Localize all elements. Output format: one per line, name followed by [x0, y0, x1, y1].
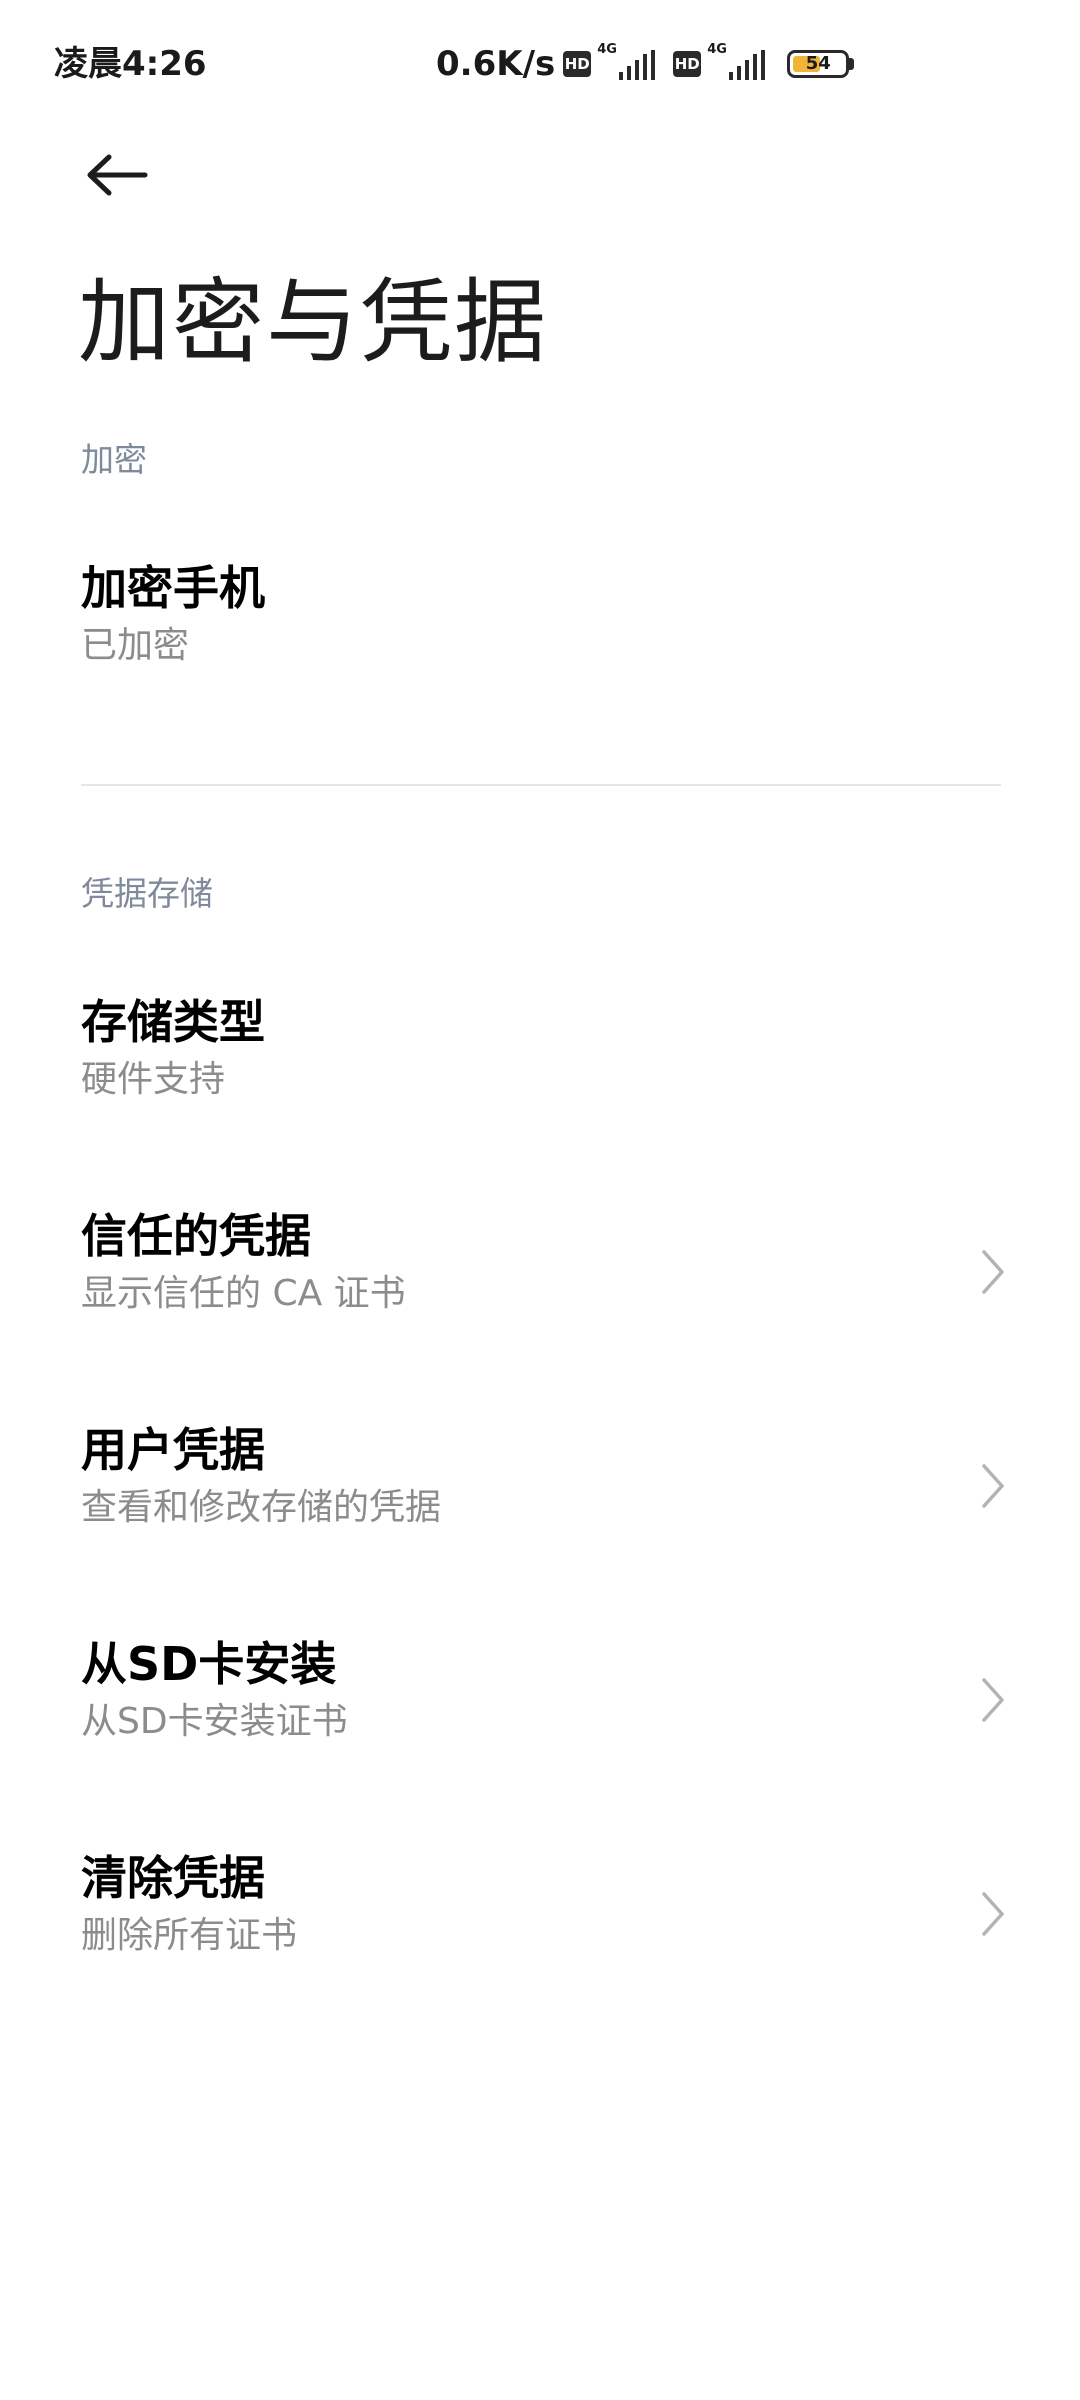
list-item-storage-type[interactable]: 存储类型 硬件支持: [0, 992, 1080, 1192]
item-title: 信任的凭据: [81, 1209, 311, 1263]
battery-percent: 54: [805, 53, 831, 74]
section-header-credentials: 凭据存储: [81, 874, 213, 913]
list-item-trusted-credentials[interactable]: 信任的凭据 显示信任的 CA 证书: [0, 1206, 1080, 1406]
chevron-right-icon: [982, 1678, 1004, 1722]
network-type-label-2: 4G: [707, 42, 727, 57]
item-title: 加密手机: [81, 561, 265, 615]
item-title: 清除凭据: [81, 1851, 265, 1905]
section-header-encryption: 加密: [81, 440, 147, 479]
signal-bars-icon-2: [729, 50, 766, 80]
battery-icon: 54: [787, 50, 850, 78]
item-summary: 查看和修改存储的凭据: [81, 1487, 442, 1528]
item-title: 从SD卡安装: [81, 1637, 337, 1691]
item-summary: 从SD卡安装证书: [81, 1701, 348, 1742]
item-title: 用户凭据: [81, 1423, 265, 1477]
list-item-encrypt-phone[interactable]: 加密手机 已加密: [0, 558, 1080, 758]
item-title: 存储类型: [81, 995, 265, 1049]
signal-strength-icon: 4G: [597, 42, 657, 82]
signal-strength-icon-2: 4G: [707, 42, 767, 82]
arrow-left-icon: [87, 154, 148, 196]
status-time: 凌晨4:26: [54, 44, 207, 84]
list-item-install-from-sd[interactable]: 从SD卡安装 从SD卡安装证书: [0, 1634, 1080, 1834]
hd-icon: HD: [563, 51, 592, 77]
network-type-label: 4G: [597, 42, 617, 57]
list-item-clear-credentials[interactable]: 清除凭据 删除所有证书: [0, 1848, 1080, 2048]
chevron-right-icon: [982, 1464, 1004, 1508]
status-bar: 凌晨4:26 0.6K/s HD 4G HD 4G 54: [0, 0, 1080, 130]
page-title: 加密与凭据: [78, 269, 549, 376]
item-summary: 删除所有证书: [81, 1915, 298, 1956]
battery-cap: [849, 58, 855, 70]
chevron-right-icon: [982, 1250, 1004, 1294]
signal-bars-icon: [619, 50, 656, 80]
list-item-user-credentials[interactable]: 用户凭据 查看和修改存储的凭据: [0, 1420, 1080, 1620]
section-divider: [81, 784, 1001, 786]
item-summary: 显示信任的 CA 证书: [81, 1273, 406, 1314]
network-speed: 0.6K/s: [436, 44, 556, 84]
chevron-right-icon: [982, 1892, 1004, 1936]
item-summary: 硬件支持: [81, 1059, 226, 1100]
hd-icon-2: HD: [673, 51, 702, 77]
item-summary: 已加密: [81, 625, 190, 666]
status-icons: 0.6K/s HD 4G HD 4G 54: [436, 42, 855, 86]
back-button[interactable]: [72, 140, 162, 210]
